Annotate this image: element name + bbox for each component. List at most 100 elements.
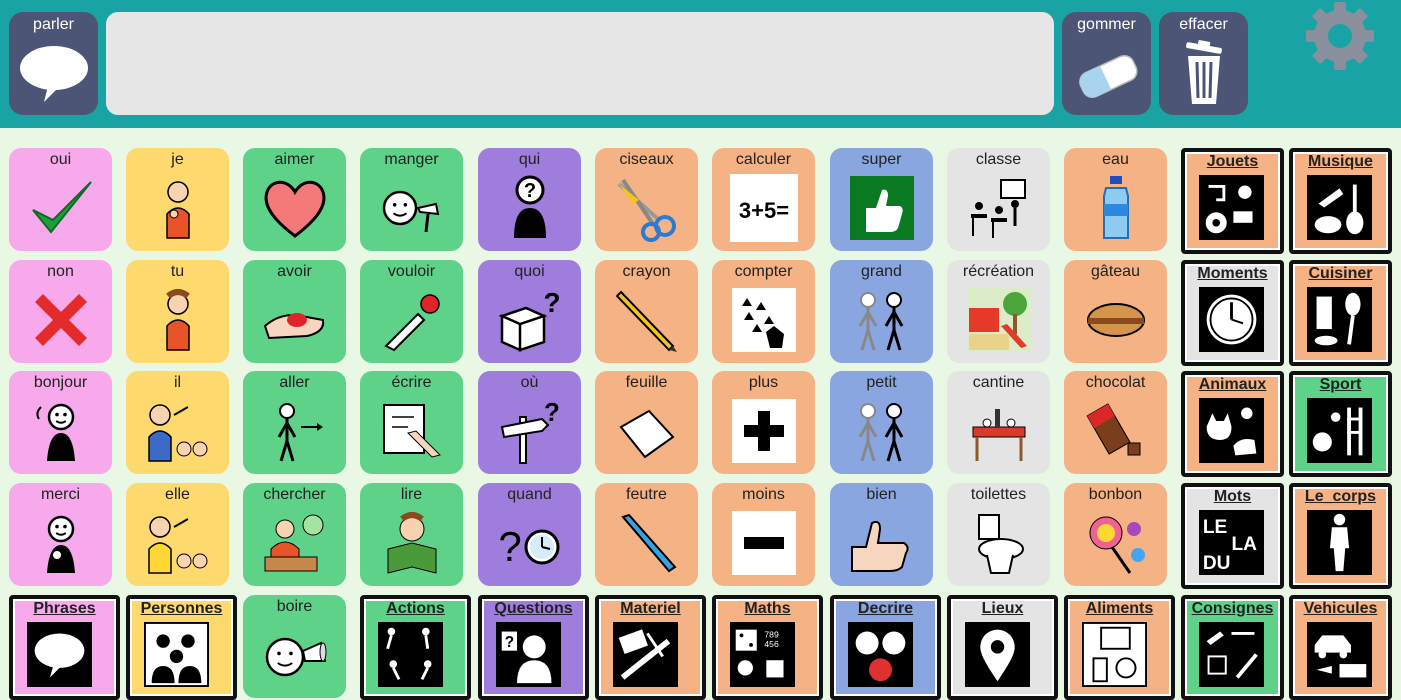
svg-text:LE: LE bbox=[1203, 517, 1227, 538]
who-question-icon: ? bbox=[496, 174, 564, 242]
symbol-crayon[interactable]: crayon bbox=[595, 260, 698, 363]
symbol-boire[interactable]: boire bbox=[243, 595, 346, 698]
symbol-quand[interactable]: quand? bbox=[478, 483, 581, 586]
symbol--crire[interactable]: écrire bbox=[360, 371, 463, 474]
symbol-eau[interactable]: eau bbox=[1064, 148, 1167, 251]
cross-icon bbox=[27, 286, 95, 354]
symbol-tu[interactable]: tu bbox=[126, 260, 229, 363]
folder-moments[interactable]: Moments bbox=[1181, 260, 1284, 366]
symbol-label: Moments bbox=[1197, 265, 1268, 282]
folder-phrases[interactable]: Phrases bbox=[9, 595, 120, 700]
symbol-super[interactable]: super bbox=[830, 148, 933, 251]
vehicles-icon bbox=[1307, 622, 1372, 687]
marker-pen-icon bbox=[613, 509, 681, 577]
symbol-label: cantine bbox=[972, 374, 1025, 391]
symbol-aimer[interactable]: aimer bbox=[243, 148, 346, 251]
words-icon: LELADULE LA DU bbox=[1199, 510, 1264, 575]
folder-decrire[interactable]: Decrire bbox=[830, 595, 941, 700]
symbol-label: Musique bbox=[1308, 153, 1373, 170]
folder-cuisiner[interactable]: Cuisiner bbox=[1289, 260, 1392, 366]
symbol-manger[interactable]: manger bbox=[360, 148, 463, 251]
symbol-petit[interactable]: petit bbox=[830, 371, 933, 474]
symbol-r-cr-ation[interactable]: récréation bbox=[947, 260, 1050, 363]
message-display[interactable] bbox=[106, 12, 1054, 115]
hand-holding-icon bbox=[261, 286, 329, 354]
symbol-label: Aliments bbox=[1085, 600, 1154, 617]
symbol-grand[interactable]: grand bbox=[830, 260, 933, 363]
clear-label: effacer bbox=[1179, 16, 1228, 33]
symbol-o-[interactable]: où? bbox=[478, 371, 581, 474]
symbol-oui[interactable]: oui bbox=[9, 148, 112, 251]
folder-actions[interactable]: Actions bbox=[360, 595, 471, 700]
location-pin-icon bbox=[965, 622, 1030, 687]
folder-sport[interactable]: Sport bbox=[1289, 371, 1392, 477]
her-icon bbox=[144, 509, 212, 577]
symbol-lire[interactable]: lire bbox=[360, 483, 463, 586]
symbol-bien[interactable]: bien bbox=[830, 483, 933, 586]
folder-aliments[interactable]: Aliments bbox=[1064, 595, 1175, 700]
symbol-aller[interactable]: aller bbox=[243, 371, 346, 474]
settings-gear-icon[interactable] bbox=[1304, 0, 1376, 72]
symbol-bonjour[interactable]: bonjour bbox=[9, 371, 112, 474]
symbol-label: Questions bbox=[494, 600, 573, 617]
speak-button[interactable]: parler bbox=[9, 12, 98, 115]
folder-questions[interactable]: Questions? bbox=[478, 595, 589, 700]
classroom-icon bbox=[965, 174, 1033, 242]
symbol-toilettes[interactable]: toilettes bbox=[947, 483, 1050, 586]
searching-icon bbox=[261, 509, 329, 577]
symbol-label: avoir bbox=[277, 263, 312, 280]
erase-button[interactable]: gommer bbox=[1062, 12, 1151, 115]
svg-text:789: 789 bbox=[764, 629, 779, 639]
symbol-quoi[interactable]: quoi? bbox=[478, 260, 581, 363]
symbol-label: tu bbox=[170, 263, 185, 280]
symbol-moins[interactable]: moins bbox=[712, 483, 815, 586]
reading-icon bbox=[378, 509, 446, 577]
symbol-non[interactable]: non bbox=[9, 260, 112, 363]
folder-animaux[interactable]: Animaux bbox=[1181, 371, 1284, 477]
symbol-label: aller bbox=[279, 374, 310, 391]
symbol-avoir[interactable]: avoir bbox=[243, 260, 346, 363]
symbol-elle[interactable]: elle bbox=[126, 483, 229, 586]
speech-bubble-icon bbox=[27, 622, 92, 687]
symbol-label: Animaux bbox=[1198, 376, 1267, 393]
folder-mots[interactable]: MotsLELADULE LA DU bbox=[1181, 483, 1284, 589]
folder-consignes[interactable]: Consignes bbox=[1181, 595, 1284, 700]
symbol-label: Consignes bbox=[1191, 600, 1274, 617]
symbol-vouloir[interactable]: vouloir bbox=[360, 260, 463, 363]
short-person-icon bbox=[848, 397, 916, 465]
symbol-il[interactable]: il bbox=[126, 371, 229, 474]
drinking-icon bbox=[261, 621, 329, 689]
symbol-label: petit bbox=[866, 374, 897, 391]
cake-icon bbox=[1082, 286, 1150, 354]
folder-le-corps[interactable]: Le_corps bbox=[1289, 483, 1392, 589]
symbol-plus[interactable]: plus bbox=[712, 371, 815, 474]
symbol-label: classe bbox=[975, 151, 1022, 168]
symbol-g-teau[interactable]: gâteau bbox=[1064, 260, 1167, 363]
symbol-feutre[interactable]: feutre bbox=[595, 483, 698, 586]
checkmark-icon bbox=[27, 174, 95, 242]
writing-icon bbox=[378, 397, 446, 465]
symbol-classe[interactable]: classe bbox=[947, 148, 1050, 251]
symbol-bonbon[interactable]: bonbon bbox=[1064, 483, 1167, 586]
folder-maths[interactable]: Maths 789 456 bbox=[712, 595, 823, 700]
folder-musique[interactable]: Musique bbox=[1289, 148, 1392, 254]
symbol-chercher[interactable]: chercher bbox=[243, 483, 346, 586]
symbol-merci[interactable]: merci bbox=[9, 483, 112, 586]
folder-vehicules[interactable]: Vehicules bbox=[1289, 595, 1392, 700]
clear-button[interactable]: effacer bbox=[1159, 12, 1248, 115]
symbol-calculer[interactable]: calculer 3+5=3+5= bbox=[712, 148, 815, 251]
symbol-label: eau bbox=[1102, 151, 1129, 168]
symbol-chocolat[interactable]: chocolat bbox=[1064, 371, 1167, 474]
folder-jouets[interactable]: Jouets bbox=[1181, 148, 1284, 254]
folder-personnes[interactable]: Personnes bbox=[126, 595, 237, 700]
symbol-ciseaux[interactable]: ciseaux bbox=[595, 148, 698, 251]
symbol-feuille[interactable]: feuille bbox=[595, 371, 698, 474]
symbol-label: feuille bbox=[625, 374, 668, 391]
symbol-cantine[interactable]: cantine bbox=[947, 371, 1050, 474]
people-group-icon bbox=[144, 622, 209, 687]
symbol-je[interactable]: je bbox=[126, 148, 229, 251]
symbol-compter[interactable]: compter bbox=[712, 260, 815, 363]
symbol-qui[interactable]: qui? bbox=[478, 148, 581, 251]
folder-lieux[interactable]: Lieux bbox=[947, 595, 1058, 700]
folder-materiel[interactable]: Materiel bbox=[595, 595, 706, 700]
